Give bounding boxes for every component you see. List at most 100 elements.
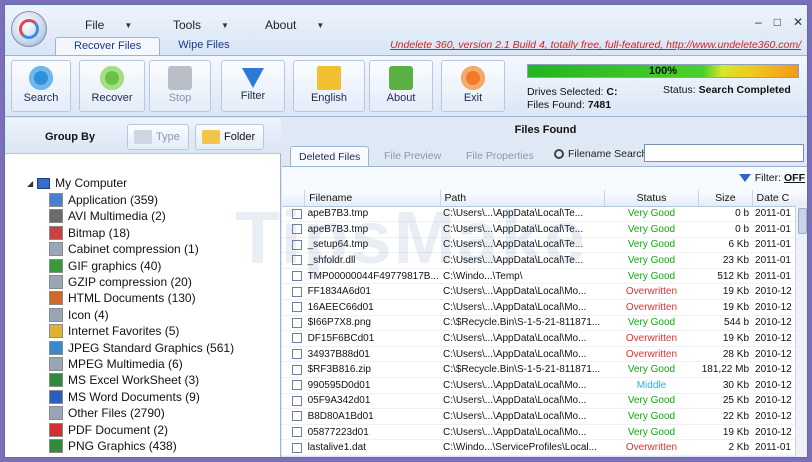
tree-item[interactable]: Application (359) bbox=[49, 192, 158, 208]
menu-file[interactable]: File ▼ bbox=[85, 17, 132, 33]
menu-about[interactable]: About ▼ bbox=[265, 17, 324, 33]
exit-icon bbox=[461, 66, 485, 90]
row-checkbox[interactable] bbox=[292, 411, 302, 422]
row-checkbox-cell bbox=[282, 221, 305, 238]
tree-item[interactable]: PNG Graphics (438) bbox=[49, 438, 177, 454]
row-checkbox[interactable] bbox=[292, 208, 302, 219]
table-row[interactable]: FF1834A6d01 C:\Users\...\AppData\Local\Mo… bbox=[282, 283, 807, 301]
scrollbar-thumb[interactable] bbox=[798, 208, 807, 234]
cell-size: 25 Kb bbox=[698, 393, 753, 410]
row-checkbox[interactable] bbox=[292, 286, 302, 297]
tree-item[interactable]: AVI Multimedia (2) bbox=[49, 208, 166, 224]
row-checkbox-cell bbox=[282, 361, 305, 379]
table-row[interactable]: apeB7B3.tmp C:\Users\...\AppData\Local\Te… bbox=[282, 206, 807, 223]
row-checkbox[interactable] bbox=[292, 302, 302, 313]
column-header-path[interactable]: Path bbox=[440, 190, 605, 207]
close-button[interactable]: ✕ bbox=[793, 15, 803, 29]
search-button[interactable]: Search bbox=[11, 60, 71, 112]
tab-deleted-files[interactable]: Deleted Files bbox=[290, 146, 370, 166]
row-checkbox[interactable] bbox=[292, 395, 302, 406]
funnel-icon bbox=[738, 174, 751, 182]
table-row[interactable]: lastalive1.dat C:\Windo...\ServiceProfile… bbox=[282, 439, 807, 456]
cell-status: Very Good bbox=[604, 408, 699, 425]
row-checkbox[interactable] bbox=[292, 426, 302, 437]
table-row[interactable]: 990595D0d01 C:\Users\...\AppData\Local\Mo… bbox=[282, 377, 807, 394]
file-type-icon bbox=[49, 291, 63, 306]
table-row[interactable]: 34937B88d01 C:\Users\...\AppData\Local\Mo… bbox=[282, 346, 807, 363]
row-checkbox[interactable] bbox=[292, 333, 302, 344]
table-row[interactable]: apeB7B3.tmp C:\Users\...\AppData\Local\Te… bbox=[282, 221, 807, 238]
tab-wipe-files[interactable]: Wipe Files bbox=[160, 37, 247, 55]
cell-status: Very Good bbox=[604, 206, 699, 223]
row-checkbox[interactable] bbox=[292, 224, 302, 235]
group-by-folder-button[interactable]: Folder bbox=[195, 124, 265, 150]
filename-search-input[interactable] bbox=[644, 144, 804, 162]
tree-item[interactable]: GIF graphics (40) bbox=[49, 258, 161, 274]
table-row[interactable]: _setup64.tmp C:\Users\...\AppData\Local\T… bbox=[282, 237, 807, 254]
row-checkbox[interactable] bbox=[292, 380, 302, 391]
cell-size: 19 Kb bbox=[698, 283, 753, 301]
menu-tools[interactable]: Tools ▼ bbox=[173, 17, 229, 33]
app-menu-button[interactable] bbox=[11, 11, 47, 47]
tree-item[interactable]: PDF Document (2) bbox=[49, 422, 168, 438]
table-row[interactable]: TMP00000044F49779817B... C:\Windo...\Temp… bbox=[282, 268, 807, 285]
cell-size: 512 Kb bbox=[698, 268, 753, 285]
table-row[interactable]: B8D80A1Bd01 C:\Users\...\AppData\Local\Mo… bbox=[282, 408, 807, 425]
website-link[interactable]: Undelete 360, version 2.1 Build 4, total… bbox=[390, 39, 801, 51]
tree-item[interactable]: GZIP compression (20) bbox=[49, 274, 192, 290]
file-type-icon bbox=[49, 242, 63, 257]
tree-item[interactable]: JPEG Standard Graphics (561) bbox=[49, 340, 234, 356]
exit-button[interactable]: Exit bbox=[441, 60, 505, 112]
tab-file-properties[interactable]: File Properties bbox=[458, 146, 542, 166]
minimize-button[interactable]: – bbox=[755, 15, 762, 29]
table-row[interactable]: 05877223d01 C:\Users\...\AppData\Local\Mo… bbox=[282, 424, 807, 441]
about-button[interactable]: About bbox=[369, 60, 433, 112]
tree-item[interactable]: Icon (4) bbox=[49, 307, 109, 323]
tree-item[interactable]: MS Excel WorkSheet (3) bbox=[49, 372, 199, 388]
row-checkbox[interactable] bbox=[292, 317, 302, 328]
file-type-icon bbox=[49, 275, 63, 289]
tree-item[interactable]: MS Word Documents (9) bbox=[49, 389, 200, 405]
table-row[interactable]: 16AEEC66d01 C:\Users\...\AppData\Local\Mo… bbox=[282, 299, 807, 316]
tree-item[interactable]: Internet Favorites (5) bbox=[49, 323, 179, 339]
cell-path: C:\$Recycle.Bin\S-1-5-21-811871... bbox=[440, 361, 605, 379]
table-row[interactable]: 05F9A342d01 C:\Users\...\AppData\Local\Mo… bbox=[282, 393, 807, 410]
tab-recover-files[interactable]: Recover Files bbox=[55, 37, 161, 55]
group-by-type-button[interactable]: Type bbox=[127, 124, 189, 150]
tree-item[interactable]: Bitmap (18) bbox=[49, 225, 130, 241]
tree-item-label: Bitmap (18) bbox=[68, 225, 131, 240]
recover-button[interactable]: Recover bbox=[79, 60, 145, 112]
tree-item[interactable]: MPEG Multimedia (6) bbox=[49, 356, 183, 372]
column-header-size[interactable]: Size bbox=[698, 190, 753, 207]
file-type-icon bbox=[49, 439, 63, 453]
row-checkbox[interactable] bbox=[292, 442, 302, 453]
vertical-scrollbar[interactable] bbox=[795, 206, 807, 457]
table-row[interactable]: $I66P7X8.png C:\$Recycle.Bin\S-1-5-21-811… bbox=[282, 315, 807, 332]
maximize-button[interactable]: □ bbox=[774, 15, 781, 29]
row-checkbox[interactable] bbox=[292, 271, 302, 282]
column-header-date[interactable]: Date C bbox=[752, 190, 807, 207]
row-checkbox[interactable] bbox=[292, 239, 302, 250]
stop-button[interactable]: Stop bbox=[149, 60, 211, 112]
row-checkbox[interactable] bbox=[292, 349, 302, 359]
table-row[interactable]: DF15F6BCd01 C:\Users\...\AppData\Local\Mo… bbox=[282, 330, 807, 347]
column-header-status[interactable]: Status bbox=[604, 190, 700, 207]
select-all-header[interactable] bbox=[282, 190, 306, 207]
language-dropdown[interactable]: English bbox=[293, 60, 365, 112]
filter-toggle[interactable]: Filter: OFF bbox=[738, 172, 805, 184]
filter-button[interactable]: Filter bbox=[221, 60, 285, 112]
tree-item[interactable]: Cabinet compression (1) bbox=[49, 241, 199, 257]
funnel-icon bbox=[242, 68, 264, 88]
cell-status: Overwritten bbox=[604, 330, 699, 347]
tree-item[interactable]: HTML Documents (130) bbox=[49, 290, 196, 306]
chevron-down-icon: ▼ bbox=[221, 20, 229, 30]
expand-arrow-icon[interactable]: ◢ bbox=[27, 179, 33, 188]
table-row[interactable]: $RF3B816.zip C:\$Recycle.Bin\S-1-5-21-811… bbox=[282, 361, 807, 379]
tree-root-my-computer[interactable]: ◢ My Computer bbox=[27, 176, 127, 190]
row-checkbox[interactable] bbox=[292, 364, 302, 375]
row-checkbox[interactable] bbox=[292, 255, 302, 266]
tab-file-preview[interactable]: File Preview bbox=[376, 146, 449, 166]
tree-item[interactable]: Other Files (2790) bbox=[49, 405, 165, 421]
table-row[interactable]: _shfoldr.dll C:\Users\...\AppData\Local\T… bbox=[282, 252, 807, 269]
column-header-filename[interactable]: Filename bbox=[304, 190, 441, 207]
